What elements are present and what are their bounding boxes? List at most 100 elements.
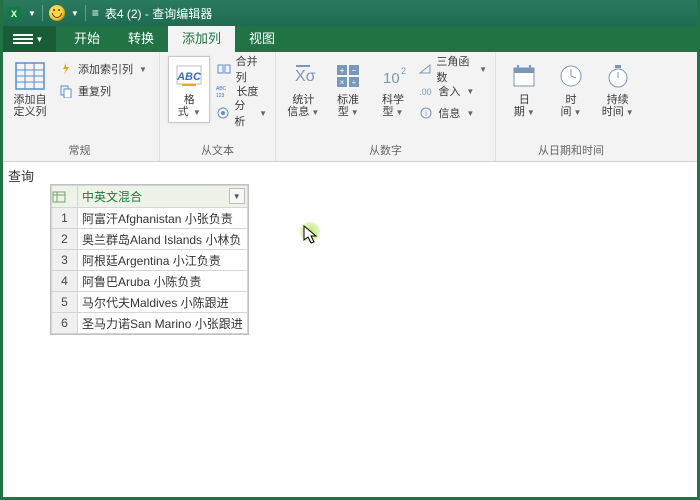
title-separator: ≡: [92, 6, 99, 20]
tab-view[interactable]: 视图: [235, 26, 289, 52]
add-custom-column-button[interactable]: 添加自定义列: [8, 56, 52, 118]
add-index-column-button[interactable]: 添加索引列 ▼: [58, 58, 147, 80]
standard-button[interactable]: +−×÷ 标准型▼: [329, 56, 368, 119]
group-label-fromdatetime: 从日期和时间: [504, 143, 638, 159]
group-label-general: 常规: [8, 143, 151, 159]
table-row[interactable]: 6圣马力诺San Marino 小张跟进: [52, 313, 248, 334]
row-number: 2: [52, 229, 78, 250]
trig-button[interactable]: 三角函数▼: [418, 58, 487, 80]
number-info-button[interactable]: i 信息▼: [418, 102, 487, 124]
table-corner-icon[interactable]: [52, 191, 77, 203]
data-table: 中英文混合 ▼ 1阿富汗Afghanistan 小张负责 2奥兰群岛Aland …: [50, 184, 249, 335]
tab-home[interactable]: 开始: [60, 26, 114, 52]
table-row[interactable]: 3阿根廷Argentina 小江负责: [52, 250, 248, 271]
ribbon: 添加自定义列 添加索引列 ▼ 重复列 常规 ABC 格式 ▼: [0, 52, 700, 162]
row-number: 1: [52, 208, 78, 229]
column-filter-button[interactable]: ▼: [229, 188, 245, 204]
add-custom-column-label1: 添加自: [14, 94, 47, 106]
cell[interactable]: 阿根廷Argentina 小江负责: [78, 250, 248, 271]
tab-add-column[interactable]: 添加列: [168, 26, 235, 52]
add-custom-column-label2: 定义列: [14, 106, 47, 118]
svg-text:10: 10: [383, 70, 400, 87]
cell[interactable]: 奥兰群岛Aland Islands 小林负: [78, 229, 248, 250]
svg-text:+: +: [340, 66, 345, 75]
svg-text:123: 123: [216, 93, 225, 98]
table-row[interactable]: 4阿鲁巴Aruba 小陈负责: [52, 271, 248, 292]
column-header[interactable]: 中英文混合 ▼: [78, 186, 248, 208]
scientific-button[interactable]: 102 科学型▼: [374, 56, 413, 119]
svg-text:.00: .00: [419, 87, 432, 97]
duplicate-icon: [58, 83, 74, 99]
svg-text:Χσ: Χσ: [295, 68, 316, 85]
stopwatch-icon: [602, 60, 634, 92]
abc123-icon: ABC123: [216, 83, 232, 99]
tab-row: ▼ 开始 转换 添加列 视图: [0, 26, 700, 52]
merge-columns-button[interactable]: 合并列: [216, 58, 267, 80]
format-button[interactable]: ABC 格式 ▼: [168, 56, 210, 123]
row-number: 5: [52, 292, 78, 313]
group-label-fromtext: 从文本: [168, 143, 267, 159]
table-row[interactable]: 1阿富汗Afghanistan 小张负责: [52, 208, 248, 229]
cursor-indicator: [303, 225, 319, 245]
menu-icon: [13, 34, 33, 44]
svg-text:2: 2: [401, 66, 406, 76]
format-text-icon: ABC: [173, 60, 205, 92]
table-icon: [14, 60, 46, 92]
rounding-icon: .00: [418, 83, 434, 99]
qa-dropdown-icon[interactable]: ▼: [28, 9, 36, 18]
merge-icon: [216, 61, 231, 77]
svg-text:ABC: ABC: [216, 86, 227, 92]
chevron-down-icon: ▼: [259, 109, 267, 118]
feedback-icon[interactable]: [49, 5, 65, 21]
svg-text:i: i: [425, 109, 427, 118]
parse-label: 分析: [234, 97, 253, 129]
rounding-button[interactable]: .00 舍入▼: [418, 80, 487, 102]
svg-text:X: X: [11, 9, 17, 19]
cell[interactable]: 阿鲁巴Aruba 小陈负责: [78, 271, 248, 292]
format-label2: 式: [178, 106, 189, 118]
svg-text:−: −: [352, 66, 357, 75]
queries-panel-title: 查询: [8, 169, 34, 184]
parse-button[interactable]: 分析▼: [216, 102, 267, 124]
duplicate-column-label: 重复列: [78, 83, 111, 99]
table-row[interactable]: 2奥兰群岛Aland Islands 小林负: [52, 229, 248, 250]
parse-icon: [216, 105, 230, 121]
group-label-fromnumber: 从数字: [284, 143, 487, 159]
format-label1: 格: [184, 94, 195, 106]
feedback-dropdown-icon[interactable]: ▼: [71, 9, 79, 18]
add-index-column-label: 添加索引列: [78, 61, 133, 77]
time-button[interactable]: 时间▼: [551, 56, 592, 119]
queries-panel-header[interactable]: 查询: [0, 162, 42, 189]
svg-text:×: ×: [340, 78, 345, 87]
cell[interactable]: 阿富汗Afghanistan 小张负责: [78, 208, 248, 229]
excel-icon: X: [6, 5, 22, 21]
cell[interactable]: 马尔代夫Maldives 小陈跟进: [78, 292, 248, 313]
sigma-icon: Χσ: [287, 60, 319, 92]
window-title: 表4 (2) - 查询编辑器: [105, 5, 212, 22]
row-number: 3: [52, 250, 78, 271]
svg-text:ABC: ABC: [176, 71, 202, 83]
triangle-icon: [418, 61, 432, 77]
title-bar: X ▼ ▼ ≡ 表4 (2) - 查询编辑器: [0, 0, 700, 26]
calc-icon: +−× ÷: [332, 60, 364, 92]
tab-transform[interactable]: 转换: [114, 26, 168, 52]
file-menu-button[interactable]: ▼: [0, 26, 56, 52]
column-header-label: 中英文混合: [82, 190, 142, 204]
calendar-icon: [508, 60, 540, 92]
chevron-down-icon: ▼: [139, 65, 147, 74]
duration-button[interactable]: 持续时间▼: [597, 56, 638, 119]
duplicate-column-button[interactable]: 重复列: [58, 80, 147, 102]
clock-icon: [555, 60, 587, 92]
table-row[interactable]: 5马尔代夫Maldives 小陈跟进: [52, 292, 248, 313]
statistics-button[interactable]: Χσ 统计信息▼: [284, 56, 323, 119]
row-number: 4: [52, 271, 78, 292]
info-icon: i: [418, 105, 434, 121]
date-button[interactable]: 日期▼: [504, 56, 545, 119]
svg-text:÷: ÷: [352, 78, 357, 87]
chevron-down-icon: ▼: [191, 108, 201, 117]
chevron-down-icon: ▼: [36, 35, 44, 44]
exponent-icon: 102: [377, 60, 409, 92]
row-number: 6: [52, 313, 78, 334]
lightning-icon: [58, 61, 74, 77]
cell[interactable]: 圣马力诺San Marino 小张跟进: [78, 313, 248, 334]
